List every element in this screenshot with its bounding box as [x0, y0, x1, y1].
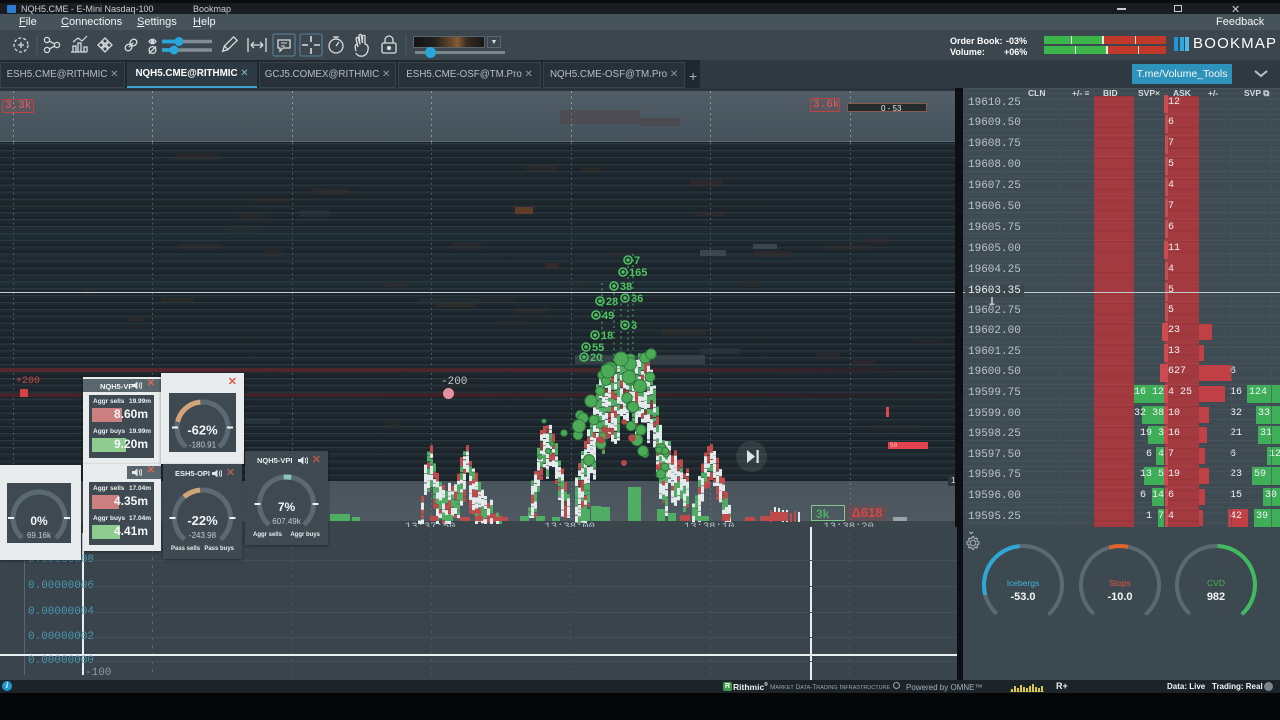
svg-text:36: 36	[631, 293, 643, 305]
svg-text:-62%: -62%	[187, 423, 218, 438]
svg-text:69.16k: 69.16k	[27, 531, 52, 540]
svg-text:Icebergs: Icebergs	[1007, 578, 1040, 588]
svg-text:7%: 7%	[278, 500, 296, 514]
svg-text:20: 20	[590, 352, 602, 364]
svg-text:982: 982	[1207, 591, 1225, 603]
svg-text:CVD: CVD	[1207, 578, 1225, 588]
svg-text:28: 28	[606, 296, 618, 308]
svg-text:-53.0: -53.0	[1010, 591, 1035, 603]
svg-text:-180.91: -180.91	[189, 441, 217, 450]
svg-text:3: 3	[631, 320, 637, 332]
svg-text:18: 18	[601, 330, 613, 342]
svg-text:49: 49	[602, 310, 614, 322]
svg-text:607.49k: 607.49k	[272, 517, 301, 526]
svg-text:-243.98: -243.98	[189, 531, 217, 540]
svg-text:165: 165	[629, 267, 647, 279]
svg-text:Stops: Stops	[1109, 578, 1131, 588]
svg-text:-22%: -22%	[187, 513, 218, 528]
svg-text:-10.0: -10.0	[1107, 591, 1132, 603]
svg-text:7: 7	[634, 255, 640, 267]
svg-text:0%: 0%	[30, 514, 48, 528]
